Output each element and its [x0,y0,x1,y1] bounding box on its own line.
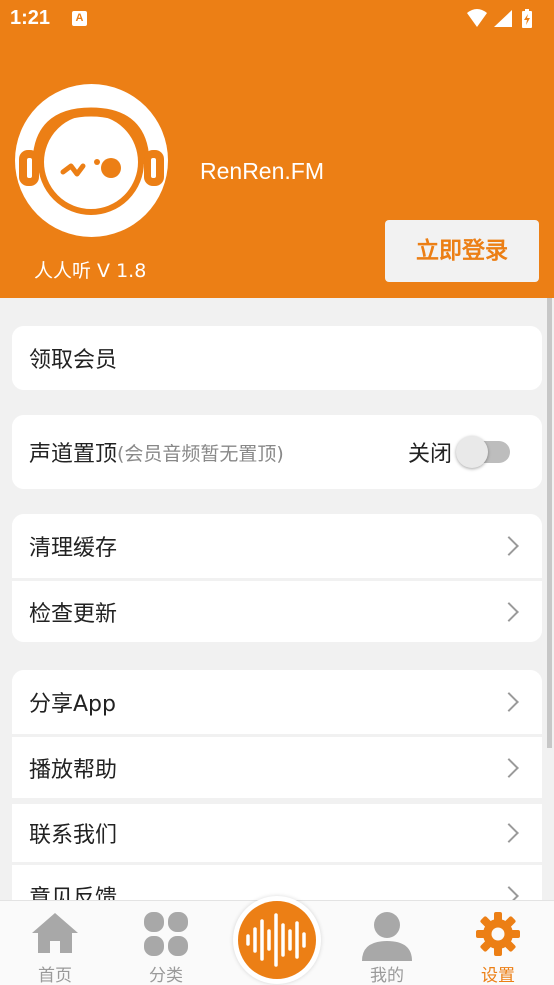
channel-top-label: 声道置顶 [29,442,118,467]
app-name: RenRen.FM [200,158,324,184]
channel-top-item: 声道置顶 (会员音频暂无置顶) 关闭 [12,415,542,489]
misc-card: 分享App 播放帮助 联系我们 意见反馈 [12,670,542,926]
nav-category-label: 分类 [149,966,183,985]
play-help-label: 播放帮助 [29,757,118,783]
cache-update-card: 清理缓存 检查更新 [12,514,542,642]
nav-mine[interactable]: 我的 [342,911,432,985]
nav-category[interactable]: 分类 [121,911,211,985]
clear-cache-label: 清理缓存 [29,536,118,561]
bottom-nav: 首页 分类 我的 设置 [0,896,554,985]
toggle-knob [456,436,488,468]
status-icons [467,9,532,28]
app-logo [15,84,168,237]
vip-item[interactable]: 领取会员 [12,326,542,390]
play-help-item[interactable]: 播放帮助 [12,734,542,798]
toggle-state-label: 关闭 [407,442,452,467]
check-update-label: 检查更新 [29,601,118,627]
user-icon [362,912,412,961]
chevron-right-icon [499,757,519,778]
chevron-right-icon [499,536,519,556]
profile-header: 1:21 A RenRen.FM 人人听 V 1.8 立即登录 [0,0,554,298]
signal-icon [494,10,512,27]
vip-label: 领取会员 [29,348,118,373]
nav-settings[interactable]: 设置 [453,911,543,985]
home-icon [32,913,78,953]
vip-card: 领取会员 [12,326,542,390]
sound-wave-icon [246,913,306,967]
nav-home[interactable]: 首页 [10,911,100,985]
notification-icon: A [72,11,87,26]
channel-card: 声道置顶 (会员音频暂无置顶) 关闭 [12,415,542,489]
nav-mine-label: 我的 [370,966,404,985]
channel-top-note: (会员音频暂无置顶) [117,442,284,465]
nav-home-label: 首页 [38,966,72,985]
app-version: 人人听 V 1.8 [34,260,147,282]
check-update-item[interactable]: 检查更新 [12,578,542,642]
clear-cache-item[interactable]: 清理缓存 [12,514,542,578]
chevron-right-icon [499,823,519,843]
chevron-right-icon [499,601,519,622]
category-icon [144,912,188,956]
login-button[interactable]: 立即登录 [385,220,539,282]
contact-us-label: 联系我们 [29,823,118,848]
wifi-icon [467,9,487,27]
share-app-label: 分享App [29,692,116,717]
gear-icon [476,912,520,956]
contact-us-item[interactable]: 联系我们 [12,798,542,862]
channel-top-toggle[interactable] [456,436,510,468]
player-button-inner [238,901,316,979]
nav-settings-label: 设置 [481,966,515,985]
player-button[interactable] [233,896,321,984]
share-app-item[interactable]: 分享App [12,670,542,734]
scrollbar[interactable] [547,298,552,748]
status-time: 1:21 [10,7,51,29]
status-bar: 1:21 A [0,0,554,38]
chevron-right-icon [499,692,519,712]
